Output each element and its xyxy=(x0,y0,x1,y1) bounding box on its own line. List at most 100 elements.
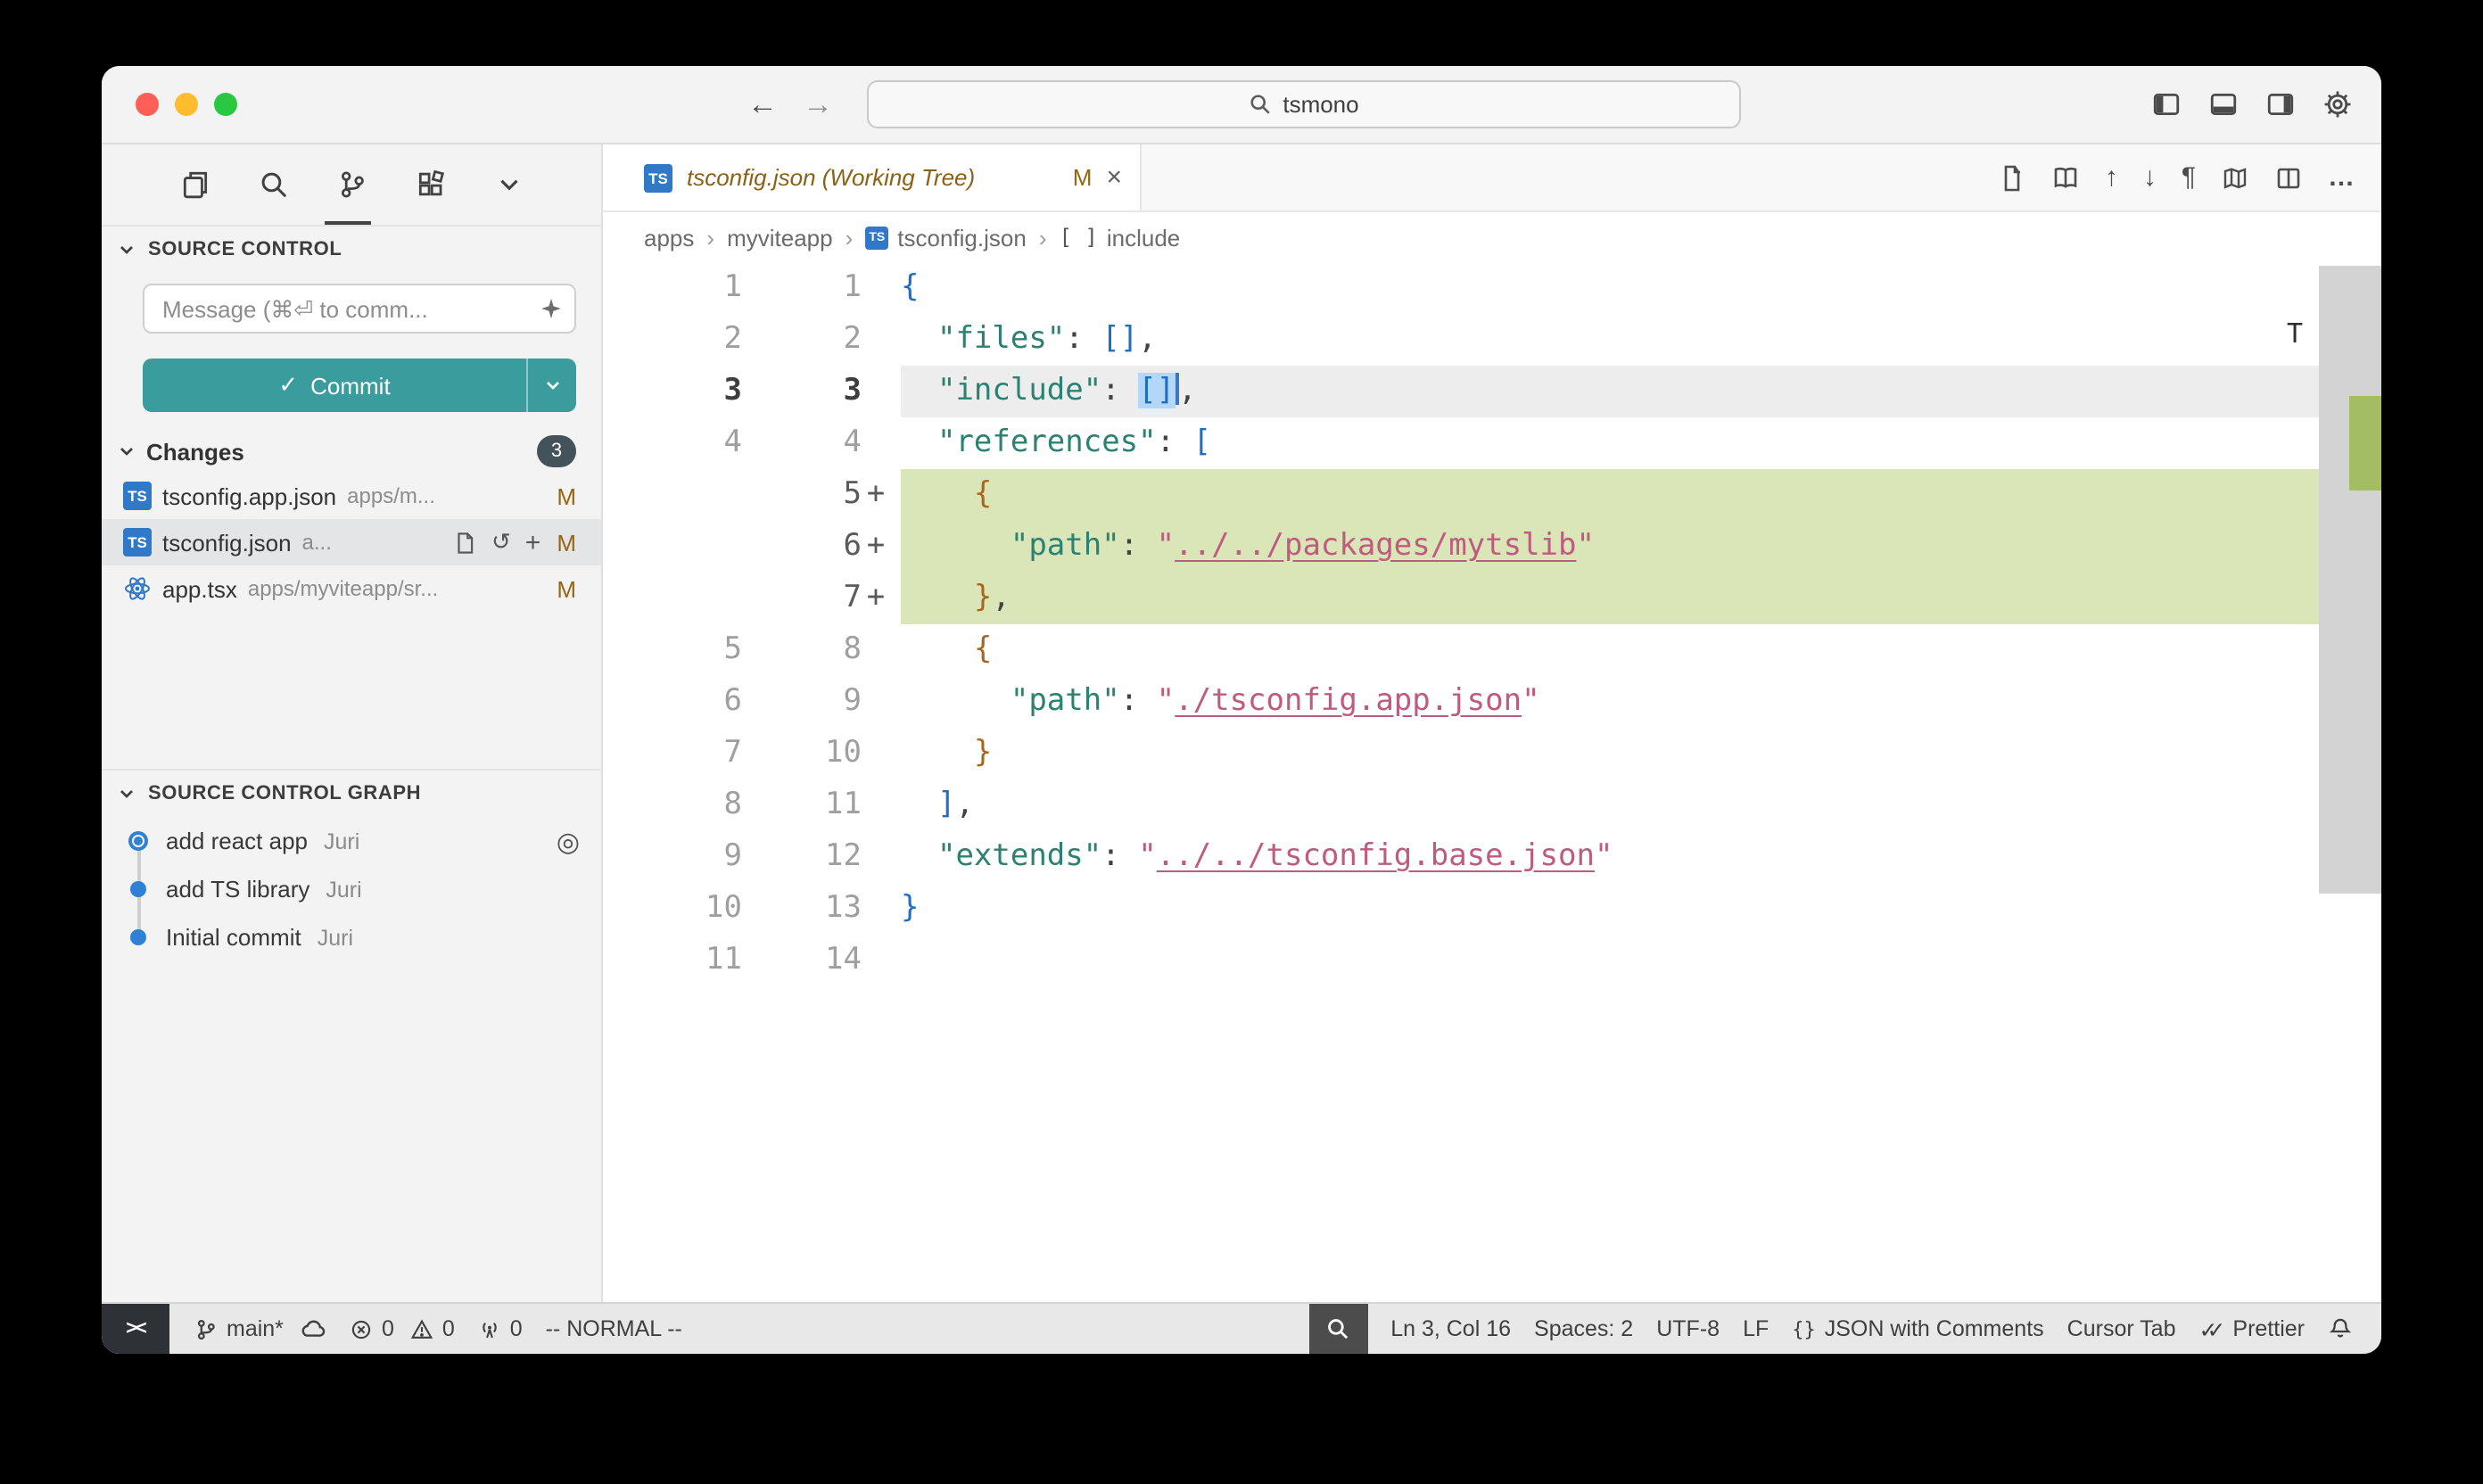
open-file-icon[interactable] xyxy=(454,531,477,554)
breadcrumb-item[interactable]: apps xyxy=(644,224,694,251)
language-mode[interactable]: {} JSON with Comments xyxy=(1792,1304,2043,1354)
editor-scrollbar[interactable] xyxy=(2319,262,2381,1302)
code-line[interactable]: 11{ xyxy=(603,262,2381,314)
toggle-panel-icon[interactable] xyxy=(2208,89,2239,120)
close-tab-icon[interactable]: × xyxy=(1106,164,1122,191)
changed-file-row[interactable]: TS tsconfig.app.json apps/m... M xyxy=(102,473,601,519)
toggle-sidebar-right-icon[interactable] xyxy=(2265,89,2296,120)
code-line[interactable]: 69 "path": "./tsconfig.app.json" xyxy=(603,676,2381,728)
vim-mode-indicator[interactable]: -- NORMAL -- xyxy=(546,1304,682,1354)
code-line[interactable]: 5+ { xyxy=(603,469,2381,521)
code-line[interactable]: 811 ], xyxy=(603,779,2381,831)
open-changes-icon[interactable] xyxy=(2051,163,2080,192)
explorer-icon[interactable] xyxy=(180,169,210,200)
code-line[interactable]: 7+ }, xyxy=(603,573,2381,624)
code-line[interactable]: 6+ "path": "../../packages/mytslib" xyxy=(603,521,2381,573)
breadcrumb-item[interactable]: myviteapp xyxy=(727,224,833,251)
extensions-icon[interactable] xyxy=(416,169,446,200)
code-token: " xyxy=(1157,683,1176,719)
tab-title: tsconfig.json (Working Tree) xyxy=(687,164,1059,191)
file-name: tsconfig.json xyxy=(162,529,292,556)
gutter-old-line-number: 4 xyxy=(603,417,742,469)
code-token: [] xyxy=(1101,321,1138,357)
cursor-position[interactable]: Ln 3, Col 16 xyxy=(1390,1304,1511,1354)
code-text: "path": "../../packages/mytslib" xyxy=(901,521,2319,573)
toggle-sidebar-left-icon[interactable] xyxy=(2151,89,2182,120)
back-arrow-icon[interactable]: ← xyxy=(747,82,778,127)
gutter-old-line-number: 5 xyxy=(603,624,742,676)
minimize-window-button[interactable] xyxy=(175,93,198,116)
settings-gear-icon[interactable] xyxy=(2322,89,2353,120)
diff-editor[interactable]: 11{22 "files": [],33 "include": [],44 "r… xyxy=(603,262,2381,1302)
problems-indicator[interactable]: 0 0 xyxy=(350,1304,455,1354)
code-line[interactable]: 33 "include": [], xyxy=(603,366,2381,417)
command-center-search[interactable]: tsmono xyxy=(867,80,1741,128)
tab-tsconfig-working-tree[interactable]: TS tsconfig.json (Working Tree) M × xyxy=(603,144,1142,210)
map-icon[interactable] xyxy=(2221,163,2249,192)
commit-dot xyxy=(129,881,145,897)
gutter-new-line-number: 12 xyxy=(742,831,862,883)
maximize-window-button[interactable] xyxy=(214,93,237,116)
breadcrumb-item[interactable]: TS tsconfig.json xyxy=(865,224,1027,251)
source-control-header[interactable]: SOURCE CONTROL xyxy=(102,227,601,273)
code-line[interactable]: 912 "extends": "../../tsconfig.base.json… xyxy=(603,831,2381,883)
commit-button[interactable]: ✓ Commit xyxy=(143,359,576,412)
code-token: , xyxy=(955,787,974,822)
code-line[interactable]: 710 } xyxy=(603,728,2381,779)
go-to-file-icon[interactable] xyxy=(1998,163,2026,192)
sync-changes-button[interactable] xyxy=(300,1304,326,1354)
commit-dropdown-button[interactable] xyxy=(526,359,576,412)
remote-indicator[interactable]: >< xyxy=(102,1304,169,1354)
branch-indicator[interactable]: main* xyxy=(194,1304,284,1354)
stage-changes-icon[interactable]: + xyxy=(525,529,541,556)
code-text: } xyxy=(901,728,2319,779)
checkout-target-icon[interactable]: ◎ xyxy=(557,825,580,857)
ports-indicator[interactable]: 0 xyxy=(478,1304,523,1354)
whitespace-icon[interactable]: ¶ xyxy=(2182,164,2196,191)
more-views-chevron-icon[interactable] xyxy=(494,169,524,200)
search-view-icon[interactable] xyxy=(259,169,289,200)
commit-row[interactable]: Initial commit Juri xyxy=(102,913,601,961)
eol-indicator[interactable]: LF xyxy=(1743,1304,1769,1354)
formatter-indicator[interactable]: ✓✓ Prettier xyxy=(2199,1304,2306,1354)
code-lines: 11{22 "files": [],33 "include": [],44 "r… xyxy=(603,262,2381,986)
code-line[interactable]: 1114 xyxy=(603,935,2381,986)
next-change-icon[interactable]: ↓ xyxy=(2143,164,2157,191)
code-token xyxy=(901,373,937,408)
breadcrumbs: apps › myviteapp › TS tsconfig.json › [ … xyxy=(603,212,2381,262)
graph-section-header[interactable]: SOURCE CONTROL GRAPH xyxy=(102,769,601,817)
breadcrumb-item[interactable]: [ ] include xyxy=(1060,224,1181,251)
added-line-plus: + xyxy=(862,469,890,521)
sparkle-icon[interactable] xyxy=(539,296,564,321)
check-icon: ✓ xyxy=(278,371,298,400)
commit-row[interactable]: add TS library Juri xyxy=(102,865,601,913)
cursor-tab-indicator[interactable]: Cursor Tab xyxy=(2067,1304,2176,1354)
commit-row[interactable]: add react app Juri ◎ xyxy=(102,817,601,865)
more-actions-icon[interactable]: … xyxy=(2328,164,2355,191)
discard-changes-icon[interactable]: ↺ xyxy=(491,528,511,556)
scrollbar-slider[interactable] xyxy=(2319,266,2381,894)
code-line[interactable]: 1013} xyxy=(603,883,2381,935)
encoding-indicator[interactable]: UTF-8 xyxy=(1656,1304,1720,1354)
changes-section-header[interactable]: Changes 3 xyxy=(102,430,601,473)
code-token: ] xyxy=(937,787,956,822)
split-editor-icon[interactable] xyxy=(2274,163,2303,192)
code-line[interactable]: 22 "files": [], xyxy=(603,314,2381,366)
commit-message-input[interactable] xyxy=(143,284,576,334)
changed-file-row[interactable]: app.tsx apps/myviteapp/sr... M xyxy=(102,565,601,612)
forward-arrow-icon[interactable]: → xyxy=(803,82,833,127)
previous-change-icon[interactable]: ↑ xyxy=(2105,164,2118,191)
code-text: } xyxy=(901,883,2319,935)
code-line[interactable]: 44 "references": [ xyxy=(603,417,2381,469)
code-token: "path" xyxy=(1011,528,1120,564)
changed-file-row[interactable]: TS tsconfig.json a... ↺ + M xyxy=(102,519,601,565)
code-line[interactable]: 58 { xyxy=(603,624,2381,676)
file-path: apps/myviteapp/sr... xyxy=(248,576,438,601)
indentation-indicator[interactable]: Spaces: 2 xyxy=(1534,1304,1633,1354)
code-token: { xyxy=(901,269,920,305)
notifications-bell[interactable] xyxy=(2328,1304,2353,1354)
close-window-button[interactable] xyxy=(136,93,159,116)
zoom-indicator[interactable] xyxy=(1308,1304,1367,1354)
source-control-icon[interactable] xyxy=(337,169,367,200)
changes-count-badge: 3 xyxy=(537,435,576,467)
